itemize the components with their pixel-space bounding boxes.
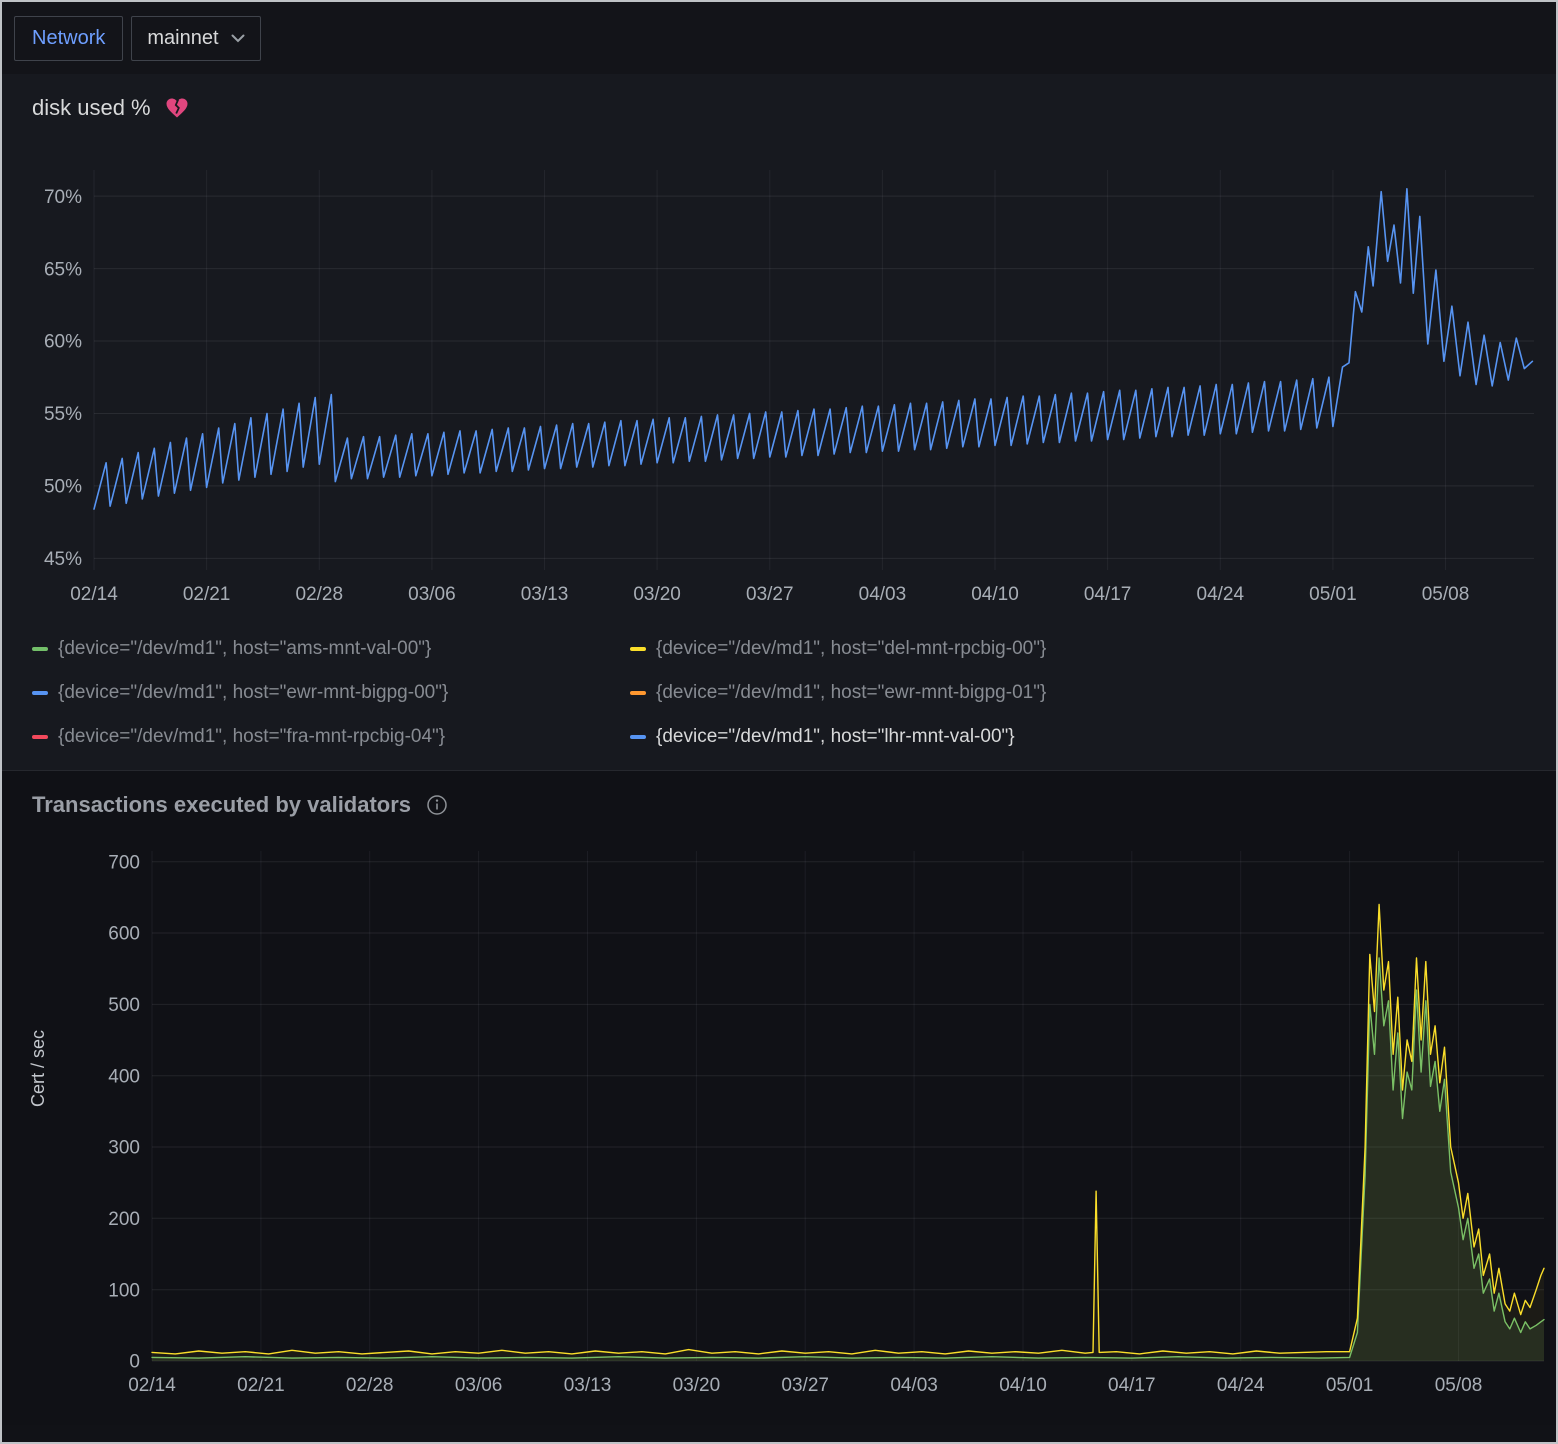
x-axis-tick-label: 03/13	[564, 1375, 612, 1396]
legend-series-swatch	[630, 735, 646, 739]
y-axis-tick-label: 200	[108, 1209, 140, 1230]
y-axis-tick-label: 600	[108, 924, 140, 945]
legend-series-label: {device="/dev/md1", host="del-mnt-rpcbig…	[656, 638, 1046, 660]
x-axis-tick-label: 04/03	[859, 584, 907, 605]
legend-item[interactable]: {device="/dev/md1", host="ewr-mnt-bigpg-…	[630, 682, 1536, 704]
info-icon[interactable]	[425, 793, 449, 817]
legend-series-label: {device="/dev/md1", host="ams-mnt-val-00…	[58, 638, 431, 660]
legend-item[interactable]: {device="/dev/md1", host="lhr-mnt-val-00…	[630, 726, 1536, 748]
legend-series-swatch	[32, 647, 48, 651]
transactions-chart[interactable]: 0 100 200 300 400 500 600 700 02/14 02/21 02/28 03/…	[2, 827, 1558, 1425]
panel-transactions: Transactions executed by validators Cert…	[2, 770, 1556, 1425]
y-axis-tick-label: 700	[108, 852, 140, 873]
x-axis-tick-label: 03/20	[673, 1375, 721, 1396]
legend-series-swatch	[630, 647, 646, 651]
x-axis-tick-label: 05/08	[1422, 584, 1470, 605]
legend-series-label: {device="/dev/md1", host="ewr-mnt-bigpg-…	[656, 682, 1046, 704]
y-axis-tick-label: 50%	[44, 477, 82, 498]
x-axis-tick-label: 04/24	[1217, 1375, 1265, 1396]
network-variable-value: mainnet	[147, 27, 218, 50]
legend-item[interactable]: {device="/dev/md1", host="ewr-mnt-bigpg-…	[32, 682, 630, 704]
disk-used-chart[interactable]: 45% 50% 55% 60% 65% 70% 02/14 02/21 02/28 03/06 03…	[2, 130, 1558, 630]
network-variable-label: Network	[14, 16, 123, 61]
disk-used-legend: {device="/dev/md1", host="ams-mnt-val-00…	[2, 630, 1556, 770]
legend-series-swatch	[630, 691, 646, 695]
series-area	[152, 905, 1544, 1362]
dashboard: Network mainnet disk used % 45% 50% 55% 60%…	[0, 0, 1558, 1444]
panel-title-transactions[interactable]: Transactions executed by validators	[32, 792, 411, 818]
x-axis-tick-label: 03/27	[781, 1375, 829, 1396]
x-axis-tick-label: 02/28	[296, 584, 344, 605]
y-axis-tick-label: 500	[108, 995, 140, 1016]
x-axis-tick-label: 03/20	[633, 584, 681, 605]
legend-item[interactable]: {device="/dev/md1", host="del-mnt-rpcbig…	[630, 638, 1536, 660]
x-axis-tick-label: 04/03	[890, 1375, 938, 1396]
legend-series-label: {device="/dev/md1", host="ewr-mnt-bigpg-…	[58, 682, 448, 704]
variables-bar: Network mainnet	[2, 2, 1556, 74]
y-axis-tick-label: 300	[108, 1138, 140, 1159]
legend-item[interactable]: {device="/dev/md1", host="ams-mnt-val-00…	[32, 638, 630, 660]
x-axis-tick-label: 03/06	[455, 1375, 503, 1396]
legend-series-swatch	[32, 691, 48, 695]
series-area	[152, 958, 1544, 1361]
y-axis-tick-label: 0	[129, 1352, 140, 1373]
x-axis-tick-label: 03/06	[408, 584, 456, 605]
series-line	[94, 189, 1532, 509]
series-line	[152, 905, 1544, 1354]
x-axis-tick-label: 04/24	[1197, 584, 1245, 605]
legend-series-label: {device="/dev/md1", host="fra-mnt-rpcbig…	[58, 726, 445, 748]
x-axis-tick-label: 03/27	[746, 584, 794, 605]
y-axis-tick-label: 65%	[44, 259, 82, 280]
y-axis-tick-label: 45%	[44, 549, 82, 570]
y-axis-tick-label: 70%	[44, 187, 82, 208]
series-line	[152, 958, 1544, 1358]
x-axis-tick-label: 05/01	[1326, 1375, 1374, 1396]
x-axis-tick-label: 02/21	[237, 1375, 285, 1396]
legend-item[interactable]: {device="/dev/md1", host="fra-mnt-rpcbig…	[32, 726, 630, 748]
panel-title-disk-used[interactable]: disk used %	[32, 95, 151, 121]
x-axis-tick-label: 02/14	[70, 584, 118, 605]
chevron-down-icon	[231, 34, 245, 43]
network-variable-dropdown[interactable]: mainnet	[131, 16, 260, 61]
x-axis-tick-label: 03/13	[521, 584, 569, 605]
panel-disk-used: disk used % 45% 50% 55% 60% 65% 70% 02/14 02/21…	[2, 74, 1556, 770]
y-axis-tick-label: 100	[108, 1280, 140, 1301]
y-axis-tick-label: 60%	[44, 332, 82, 353]
x-axis-tick-label: 05/01	[1309, 584, 1357, 605]
broken-heart-icon	[165, 97, 189, 119]
x-axis-tick-label: 04/10	[999, 1375, 1047, 1396]
legend-series-swatch	[32, 735, 48, 739]
x-axis-tick-label: 02/14	[128, 1375, 176, 1396]
y-axis-tick-label: 400	[108, 1066, 140, 1087]
x-axis-tick-label: 04/10	[971, 584, 1019, 605]
x-axis-tick-label: 02/21	[183, 584, 231, 605]
y-axis-tick-label: 55%	[44, 404, 82, 425]
y-axis-label: Cert / sec	[28, 1030, 49, 1107]
legend-series-label: {device="/dev/md1", host="lhr-mnt-val-00…	[656, 726, 1015, 748]
x-axis-tick-label: 05/08	[1435, 1375, 1483, 1396]
x-axis-tick-label: 04/17	[1108, 1375, 1156, 1396]
x-axis-tick-label: 04/17	[1084, 584, 1132, 605]
x-axis-tick-label: 02/28	[346, 1375, 394, 1396]
